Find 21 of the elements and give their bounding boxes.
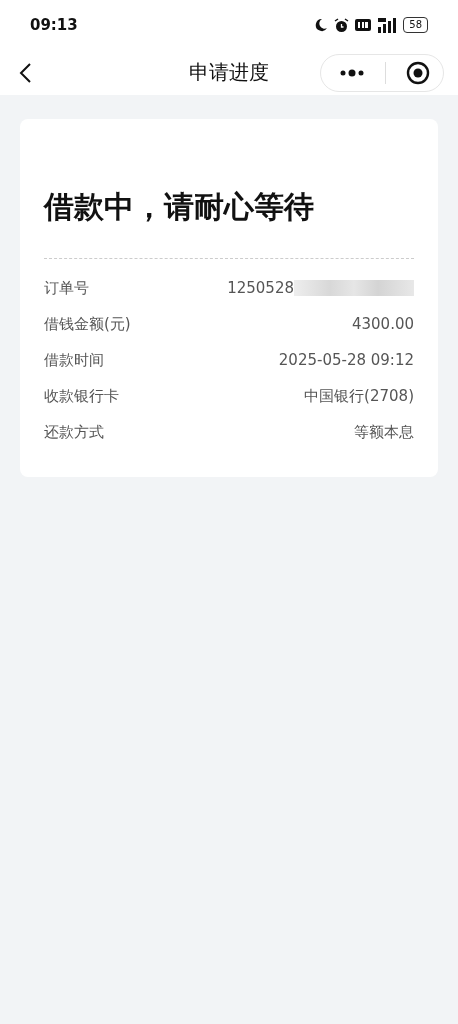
- hd-icon: [355, 19, 372, 31]
- more-icon[interactable]: [339, 68, 365, 77]
- row-value: 等额本息: [354, 422, 414, 443]
- moon-icon: [314, 18, 329, 32]
- row-label: 借款时间: [44, 350, 104, 371]
- row-label: 还款方式: [44, 422, 104, 443]
- back-icon[interactable]: [18, 61, 32, 84]
- row-value: 1250528: [227, 278, 294, 299]
- battery-level-text: 58: [409, 19, 422, 31]
- row-label: 收款银行卡: [44, 386, 119, 407]
- close-target-icon[interactable]: [406, 60, 430, 85]
- row-value: 4300.00: [351, 314, 414, 335]
- page-title: 申请进度: [189, 59, 269, 86]
- row-label: 借钱金额(元): [44, 314, 131, 335]
- status-time: 09:13: [30, 16, 78, 34]
- signal-icon: [377, 17, 398, 33]
- status-heading: 借款中，请耐心等待: [44, 188, 315, 226]
- row-value: 中国银行(2708): [304, 386, 414, 407]
- row-label: 订单号: [44, 278, 89, 299]
- alarm-icon: [334, 17, 350, 33]
- row-value: 2025-05-28 09:12: [278, 350, 414, 371]
